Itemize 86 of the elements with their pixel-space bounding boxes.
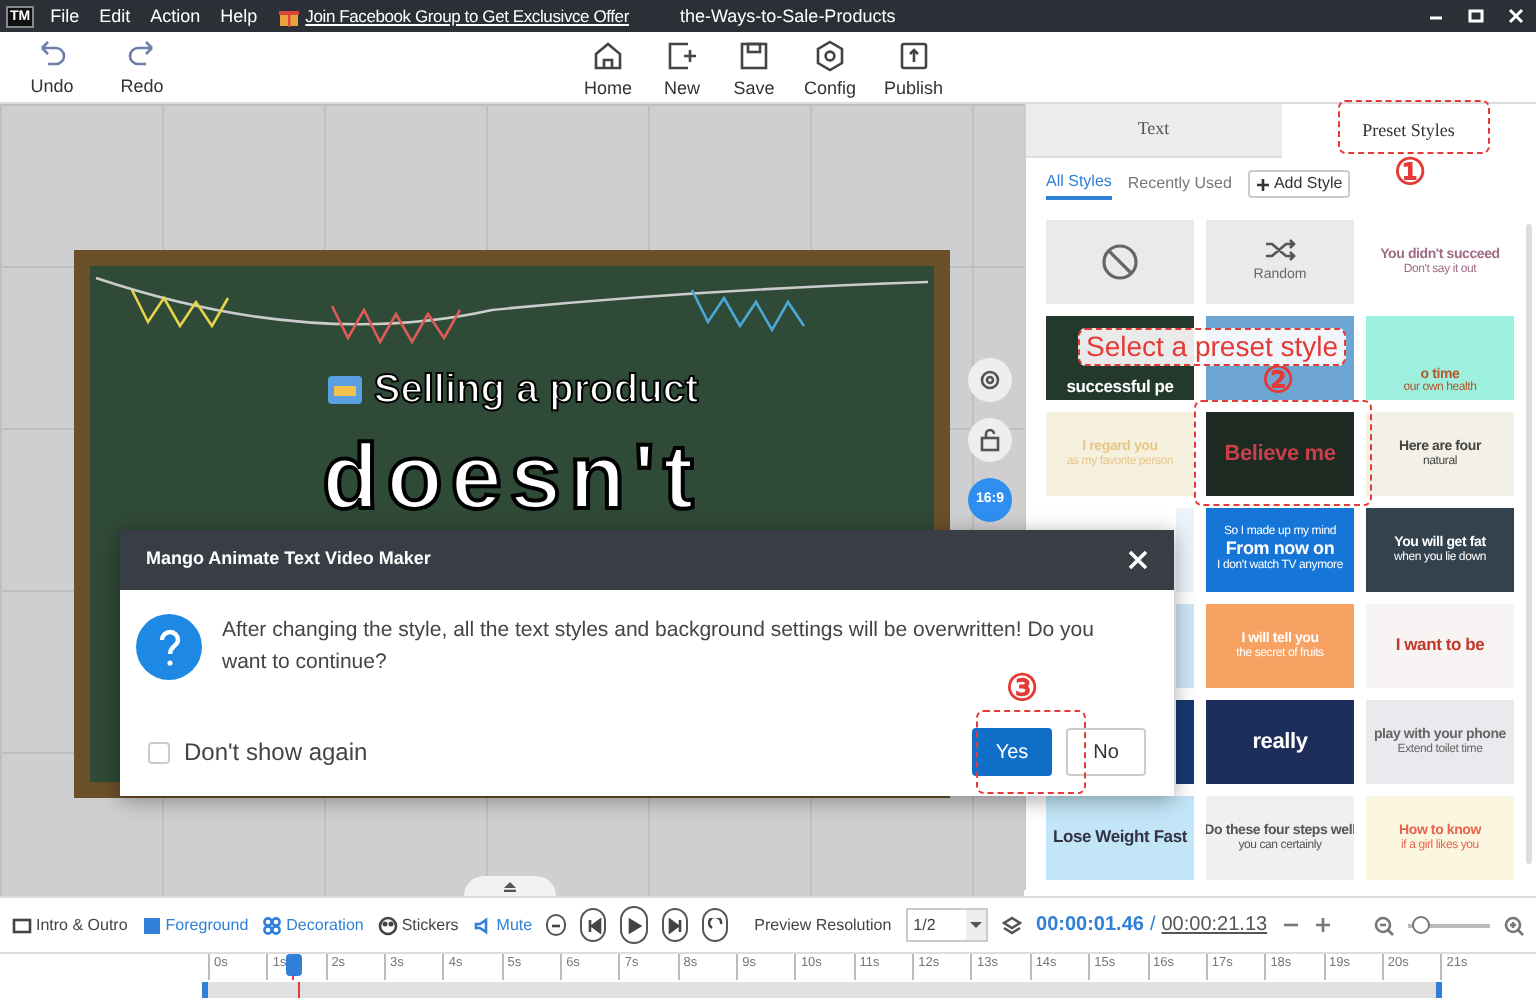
next-button[interactable] bbox=[662, 908, 689, 942]
shuffle-icon bbox=[1264, 237, 1296, 262]
caret-icon bbox=[502, 880, 518, 892]
layers-icon[interactable] bbox=[1002, 915, 1023, 935]
window-title: the-Ways-to-Sale-Products bbox=[680, 4, 896, 28]
zoom-out-icon[interactable] bbox=[1373, 915, 1394, 935]
headline-text: Selling a product bbox=[373, 366, 699, 414]
mute-icon bbox=[472, 915, 493, 935]
yes-button[interactable]: Yes bbox=[972, 728, 1052, 776]
intro-icon bbox=[12, 915, 32, 935]
callout-label: Select a preset style bbox=[1078, 328, 1347, 366]
foreground-button[interactable]: Foreground bbox=[141, 913, 249, 937]
save-icon bbox=[736, 38, 773, 74]
promo-link[interactable]: Join Facebook Group to Get Exclusivce Offer bbox=[305, 4, 629, 28]
canvas-text: doesn't bbox=[322, 426, 702, 526]
play-icon bbox=[626, 917, 643, 933]
config-icon bbox=[812, 38, 849, 74]
close-icon[interactable] bbox=[1128, 550, 1148, 570]
mute-button[interactable]: Mute bbox=[472, 913, 533, 937]
style-filter-tab[interactable]: All Styles bbox=[1046, 168, 1112, 200]
lock-button[interactable] bbox=[968, 418, 1012, 462]
style-thumbnail[interactable]: I want to be bbox=[1366, 604, 1514, 688]
lock-icon bbox=[978, 428, 1002, 452]
style-thumbnail[interactable]: Lose Weight Fast bbox=[1046, 796, 1194, 880]
style-filter-tab[interactable]: Recently Used bbox=[1127, 168, 1232, 200]
previous-icon bbox=[585, 917, 602, 933]
publish-button[interactable]: Publish bbox=[884, 38, 944, 100]
store-icon bbox=[325, 372, 366, 408]
remove-button[interactable] bbox=[546, 914, 567, 936]
config-button[interactable]: Config bbox=[804, 38, 857, 100]
add-style-button[interactable]: Add Style bbox=[1247, 170, 1351, 198]
close-icon[interactable] bbox=[1508, 8, 1524, 24]
resolution-label: Preview Resolution bbox=[754, 913, 892, 937]
collapse-handle[interactable] bbox=[464, 876, 556, 896]
foreground-icon bbox=[141, 915, 162, 935]
checkbox[interactable] bbox=[148, 741, 170, 763]
step-marker: ② bbox=[1262, 362, 1294, 398]
style-thumbnail[interactable] bbox=[1176, 604, 1194, 688]
checkbox-label: Don't show again bbox=[184, 736, 368, 770]
step-marker: ③ bbox=[1006, 670, 1038, 706]
home-icon bbox=[590, 38, 626, 74]
intro-button[interactable]: Intro & Outro bbox=[12, 913, 128, 937]
new-icon bbox=[664, 38, 701, 74]
undo-button[interactable]: Undo bbox=[32, 36, 72, 98]
panel-tab[interactable]: Text bbox=[1026, 104, 1281, 158]
question-mark-drawing bbox=[155, 627, 183, 667]
no-style-option[interactable] bbox=[1046, 220, 1194, 304]
current-time: 00:00:01.46 bbox=[1036, 912, 1144, 940]
previous-button[interactable] bbox=[580, 908, 606, 942]
style-thumbnail[interactable]: really bbox=[1206, 700, 1354, 784]
scrollbar[interactable] bbox=[1526, 224, 1532, 864]
zoom-slider-thumb[interactable] bbox=[1411, 915, 1430, 933]
playhead-handle[interactable] bbox=[285, 954, 302, 980]
step-marker: ① bbox=[1394, 154, 1426, 190]
dialog-message: After changing the style, all the text styles and background settings will be overwritten! Do you want to continue? bbox=[222, 616, 1096, 674]
resolution-dropdown[interactable]: 1/2 bbox=[905, 908, 989, 942]
publish-icon bbox=[895, 38, 932, 74]
no-button[interactable]: No bbox=[1066, 728, 1146, 776]
style-thumbnail[interactable] bbox=[1176, 700, 1194, 784]
total-time: 00:00:21.13 bbox=[1161, 912, 1268, 940]
menu-item[interactable]: Edit bbox=[99, 4, 131, 28]
highlight-frame bbox=[976, 710, 1086, 794]
home-button[interactable]: Home bbox=[584, 38, 633, 100]
dialog-title: Mango Animate Text Video Maker bbox=[146, 546, 431, 573]
decoration-icon bbox=[262, 915, 283, 935]
rotate-button[interactable] bbox=[968, 358, 1012, 402]
menu-item[interactable]: Action bbox=[150, 4, 201, 28]
new-button[interactable]: New bbox=[660, 38, 705, 100]
save-button[interactable]: Save bbox=[732, 38, 777, 100]
next-icon bbox=[667, 917, 684, 933]
redo-button[interactable]: Redo bbox=[122, 36, 162, 98]
plus-icon[interactable] bbox=[1313, 916, 1332, 934]
decoration-button[interactable]: Decoration bbox=[262, 913, 364, 937]
maximize-icon[interactable] bbox=[1468, 8, 1484, 24]
style-thumbnail[interactable] bbox=[1176, 508, 1194, 592]
no-entry-icon bbox=[1100, 242, 1140, 282]
zoom-in-icon[interactable] bbox=[1504, 915, 1524, 935]
time-separator: / bbox=[1149, 912, 1156, 940]
stickers-button[interactable]: Stickers bbox=[377, 913, 459, 937]
menu-item[interactable]: Help bbox=[220, 4, 258, 28]
gift-icon bbox=[277, 5, 300, 27]
replay-button[interactable] bbox=[702, 908, 729, 942]
plus-icon bbox=[1255, 177, 1270, 191]
menu-item[interactable]: File bbox=[50, 4, 80, 28]
play-button[interactable] bbox=[620, 906, 649, 944]
stickers-icon bbox=[377, 915, 398, 935]
